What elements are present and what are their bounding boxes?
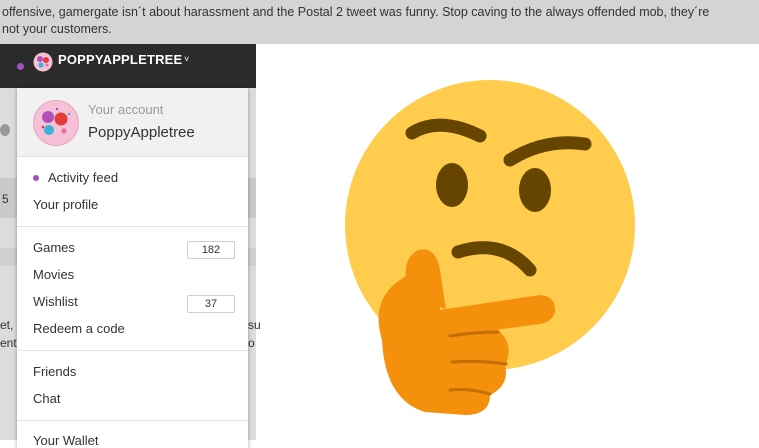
menu-item-label: Activity feed: [48, 170, 119, 185]
username-label: POPPYAPPLETREE: [58, 52, 183, 67]
divider: [17, 420, 248, 421]
page-text-line-2: not your customers.: [2, 22, 112, 36]
notification-dot: [17, 63, 24, 70]
menu-item-wallet[interactable]: Your Wallet: [33, 433, 99, 448]
account-menu-toggle[interactable]: POPPYAPPLETREE ˅: [0, 44, 256, 88]
unread-dot: [33, 174, 39, 181]
background-text: ent: [0, 336, 17, 350]
account-header[interactable]: Your account PoppyAppletree: [17, 88, 248, 157]
page-text-strip: offensive, gamergate isn´t about harassm…: [0, 0, 759, 44]
chevron-down-icon: ˅: [184, 54, 190, 64]
page-text-line-1: offensive, gamergate isn´t about harassm…: [2, 5, 710, 19]
menu-item-games[interactable]: Games: [33, 240, 75, 255]
background-text: et,: [0, 318, 14, 332]
menu-item-chat[interactable]: Chat: [33, 391, 60, 406]
menu-item-redeem-code[interactable]: Redeem a code: [33, 321, 125, 336]
account-dropdown: Your account PoppyAppletree Activity fee…: [17, 88, 248, 448]
avatar-icon: [33, 100, 79, 151]
scroll-knob: [0, 124, 10, 136]
avatar-icon: [33, 52, 53, 77]
background-text: su: [248, 318, 261, 332]
account-name: PoppyAppletree: [88, 124, 195, 141]
games-count-badge: 182: [187, 241, 235, 259]
background-text: 5: [2, 192, 9, 206]
wishlist-count-badge: 37: [187, 295, 235, 313]
divider: [17, 226, 248, 227]
background-text: o: [248, 336, 255, 350]
menu-item-your-profile[interactable]: Your profile: [33, 197, 98, 212]
menu-item-wishlist[interactable]: Wishlist: [33, 294, 78, 309]
account-caption: Your account: [88, 102, 164, 117]
menu-item-friends[interactable]: Friends: [33, 364, 76, 379]
menu-item-movies[interactable]: Movies: [33, 267, 74, 282]
menu-item-activity-feed[interactable]: Activity feed: [33, 170, 118, 185]
thinking-face-emoji-icon: [330, 60, 650, 425]
divider: [17, 350, 248, 351]
